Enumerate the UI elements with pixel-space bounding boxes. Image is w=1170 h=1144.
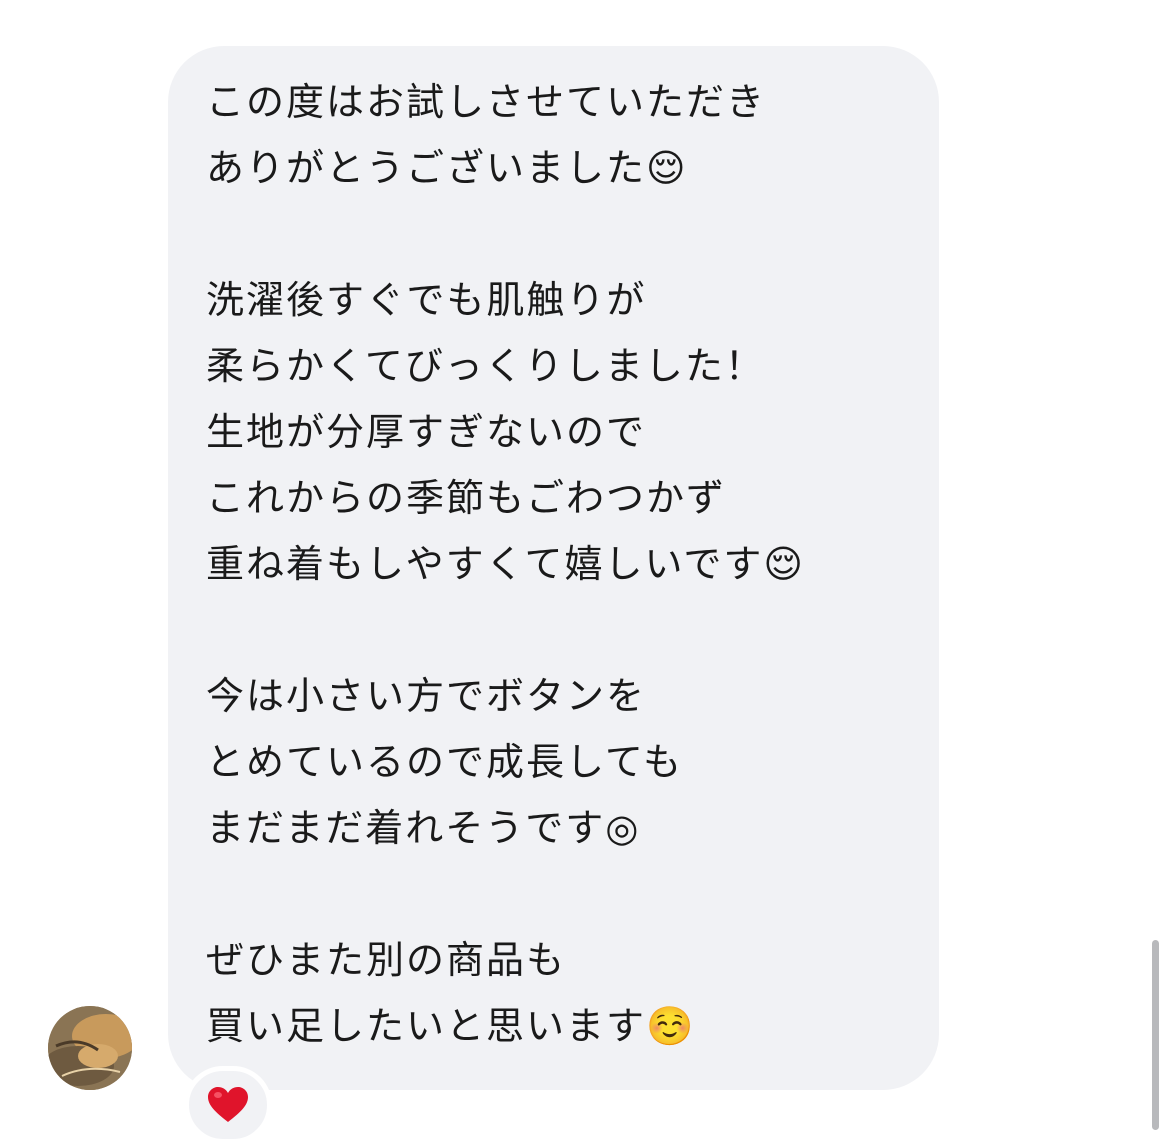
message-line: 重ね着もしやすくて嬉しいです😌 (206, 542, 805, 586)
message-line: ありがとうございました😌 (206, 146, 688, 190)
reaction-badge[interactable] (184, 1066, 272, 1144)
message-line: この度はお試しさせていただき (206, 80, 767, 124)
message-line: 柔らかくてびっくりしました！ (206, 344, 765, 388)
message-line: まだまだ着れそうです◎ (206, 806, 641, 850)
chat-screen: この度はお試しさせていただき ありがとうございました😌 洗濯後すぐでも肌触りが … (0, 0, 1170, 1144)
message-line: 洗濯後すぐでも肌触りが (206, 278, 647, 322)
message-line: 今は小さい方でボタンを (206, 674, 647, 718)
message-line: これからの季節もごわつかず (206, 476, 727, 520)
scrollbar[interactable] (1152, 940, 1159, 1130)
message-line: ぜひまた別の商品も (206, 938, 567, 982)
avatar[interactable] (48, 1006, 132, 1090)
heart-icon (208, 1087, 248, 1122)
message-line: 買い足したいと思います☺️ (206, 1004, 696, 1048)
message-line: 生地が分厚すぎないので (206, 410, 647, 454)
message-line: とめているので成長しても (206, 740, 683, 784)
